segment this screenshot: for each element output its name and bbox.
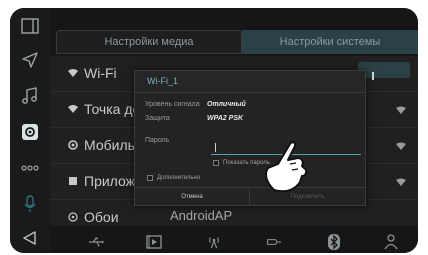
wifi-signal-icon xyxy=(396,142,406,150)
video-icon[interactable] xyxy=(146,234,162,250)
dialog-title-bar: Wi-Fi_1 xyxy=(135,71,365,93)
window-icon[interactable] xyxy=(18,16,42,36)
password-label: Пароль xyxy=(145,137,170,144)
tab-system-settings[interactable]: Настройки системы xyxy=(242,30,418,54)
dialog-title: Wi-Fi_1 xyxy=(147,76,178,86)
wifi-signal-icon xyxy=(396,178,406,186)
wifi-signal-icon xyxy=(396,106,406,114)
settings-tabs: Настройки медиа Настройки системы xyxy=(56,30,418,54)
bluetooth-icon[interactable] xyxy=(326,234,342,250)
mobile-network-icon xyxy=(68,140,78,150)
screen: Настройки медиа Настройки системы Wi-Fi … xyxy=(10,8,418,253)
user-icon[interactable] xyxy=(384,234,400,250)
advanced-checkbox[interactable] xyxy=(147,175,153,181)
network-name-androidap[interactable]: AndroidAP xyxy=(170,208,232,223)
wifi-icon xyxy=(68,69,78,77)
music-icon[interactable] xyxy=(18,86,42,106)
security-value: WPA2 PSK xyxy=(207,115,244,122)
hotspot-icon xyxy=(68,105,78,113)
advanced-label[interactable]: Дополнительно xyxy=(157,175,200,181)
microphone-icon[interactable] xyxy=(18,194,42,214)
cancel-button[interactable]: Отмена xyxy=(135,188,250,206)
usb-icon[interactable] xyxy=(88,234,104,250)
more-dots-icon[interactable] xyxy=(18,158,42,178)
apps-icon xyxy=(69,177,77,185)
wallpaper-icon xyxy=(68,212,78,222)
device-frame: Настройки медиа Настройки системы Wi-Fi … xyxy=(0,0,428,255)
settings-gear-icon[interactable] xyxy=(18,122,42,142)
pointing-hand-icon xyxy=(265,141,308,193)
show-password-checkbox[interactable] xyxy=(213,160,219,166)
bottom-bar xyxy=(50,230,418,253)
tab-media-settings[interactable]: Настройки медиа xyxy=(56,30,242,54)
hdmi-icon[interactable] xyxy=(266,234,282,250)
back-icon[interactable] xyxy=(18,228,42,248)
security-label: Защита xyxy=(145,115,170,122)
list-item-label: Обои xyxy=(84,209,119,225)
signal-label: Уровень сигнала xyxy=(145,101,200,108)
dialog-buttons: Отмена Подключить xyxy=(135,187,365,206)
navigation-icon[interactable] xyxy=(18,50,42,70)
text-cursor xyxy=(215,143,216,152)
radio-icon[interactable] xyxy=(206,234,222,250)
list-item-label: Точка до xyxy=(84,101,141,117)
wifi-password-dialog: Wi-Fi_1 Уровень сигнала Отличный Защита … xyxy=(134,70,366,206)
signal-value: Отличный xyxy=(207,101,246,108)
list-item-label: Wi-Fi xyxy=(84,65,117,81)
left-rail xyxy=(10,8,50,253)
